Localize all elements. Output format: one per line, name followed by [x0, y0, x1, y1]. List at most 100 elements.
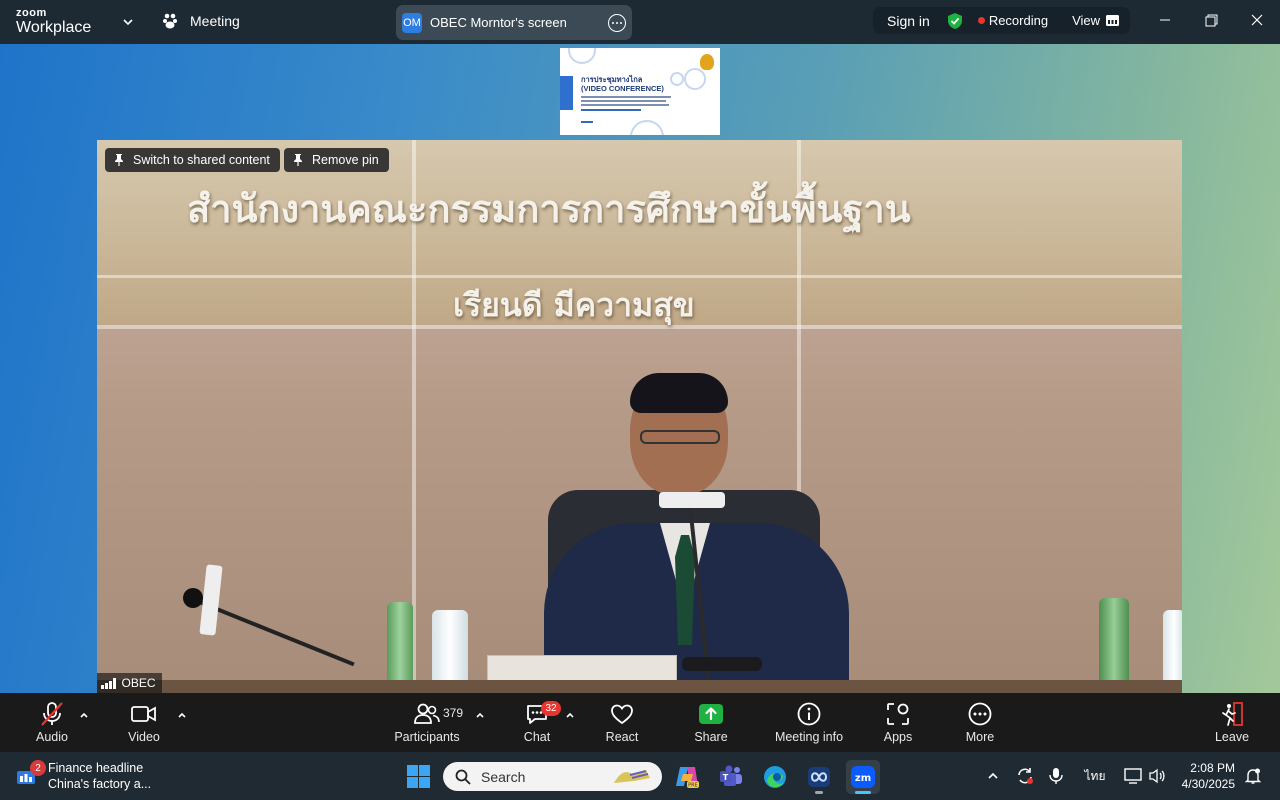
participants-icon — [414, 703, 440, 724]
language-indicator[interactable]: ไทย — [1080, 752, 1110, 800]
close-button[interactable] — [1234, 0, 1280, 40]
video-camera-icon — [131, 706, 156, 722]
shared-screen-pill[interactable]: OM OBEC Morntor's screen — [396, 5, 632, 40]
network-button[interactable] — [1122, 752, 1144, 800]
shared-content-thumbnail[interactable]: การประชุมทางไกล (VIDEO CONFERENCE) — [560, 48, 720, 135]
taskbar-search-box[interactable]: Search — [443, 762, 662, 791]
copilot-icon: PRE — [676, 767, 699, 789]
windows-start-button[interactable] — [407, 765, 430, 788]
brand-bottom: Workplace — [16, 19, 92, 36]
video-label: Video — [128, 730, 160, 744]
search-icon — [455, 769, 471, 785]
wall-sign-title: สำนักงานคณะกรรมการการศึกษาขั้นพื้นฐาน — [187, 187, 911, 231]
switch-label: Switch to shared content — [133, 153, 270, 167]
sign-in-link[interactable]: Sign in — [887, 13, 930, 29]
apps-button[interactable]: Apps — [876, 693, 920, 752]
running-indicator — [815, 791, 823, 794]
title-bar: zoom Workplace Meeting OM OBEC Morntor's… — [0, 0, 1280, 44]
signal-strength-icon — [101, 677, 116, 689]
edge-app[interactable] — [758, 760, 792, 794]
news-widget[interactable]: 2 Finance headline China's factory a... — [16, 760, 151, 792]
pin-icon — [294, 154, 302, 166]
more-options-icon[interactable] — [608, 14, 626, 32]
share-title: OBEC Morntor's screen — [430, 15, 567, 30]
microphone-muted-icon — [41, 702, 63, 726]
network-display-icon — [1124, 768, 1142, 784]
app-taskbar-item[interactable] — [802, 760, 836, 794]
svg-text:zm: zm — [855, 773, 871, 784]
teams-app[interactable]: T — [714, 760, 748, 794]
chat-chevron-up-icon[interactable] — [564, 709, 576, 721]
zoom-workplace-logo: zoom Workplace — [16, 8, 91, 36]
more-button[interactable]: More — [958, 693, 1002, 752]
news-subtitle: China's factory a... — [48, 777, 152, 791]
leave-button[interactable]: Leave — [1210, 693, 1254, 752]
taskbar-clock[interactable]: 2:08 PM 4/30/2025 — [1182, 760, 1235, 792]
more-dots-icon — [968, 702, 992, 726]
show-hidden-icons-button[interactable] — [982, 752, 1004, 800]
react-button[interactable]: React — [600, 693, 644, 752]
participant-name: OBEC — [121, 676, 156, 690]
windows-taskbar: 2 Finance headline China's factory a... … — [0, 752, 1280, 800]
heart-icon — [611, 704, 633, 725]
share-avatar: OM — [402, 12, 422, 33]
participants-chevron-up-icon[interactable] — [474, 709, 486, 721]
share-button[interactable]: Share — [689, 693, 733, 752]
remove-pin-button[interactable]: Remove pin — [284, 148, 389, 172]
view-label: View — [1072, 13, 1101, 28]
close-icon — [1251, 14, 1263, 26]
participants-button[interactable]: Participants — [393, 693, 461, 752]
pin-icon — [115, 154, 123, 166]
video-options-chevron-up-icon[interactable] — [176, 709, 188, 721]
participants-count: 379 — [443, 706, 464, 720]
news-icon: 2 — [16, 760, 46, 786]
share-label: Share — [694, 730, 728, 744]
encryption-shield-icon[interactable] — [946, 12, 964, 30]
status-pill: Sign in Recording View — [873, 7, 1130, 34]
infinity-app-icon — [808, 767, 830, 787]
obec-logo-icon — [700, 54, 714, 70]
sync-icon — [1018, 768, 1033, 784]
switch-to-shared-content-button[interactable]: Switch to shared content — [105, 148, 280, 172]
audio-button[interactable]: Audio — [30, 693, 74, 752]
notification-bell-icon — [1245, 768, 1261, 784]
more-label: More — [965, 730, 995, 744]
chat-unread-badge: 32 — [541, 701, 561, 716]
teams-icon: T — [720, 765, 742, 786]
recording-dot-icon — [977, 17, 985, 24]
grid-view-icon — [1106, 15, 1120, 26]
zoom-app[interactable]: zm — [846, 760, 880, 794]
audio-options-chevron-up-icon[interactable] — [78, 709, 90, 721]
notifications-button[interactable] — [1242, 752, 1264, 800]
search-highlight-art-icon — [614, 770, 650, 783]
view-button[interactable]: View — [1072, 13, 1120, 28]
leave-exit-icon — [1222, 702, 1243, 726]
microphone-icon — [1049, 768, 1063, 784]
meeting-info-button[interactable]: Meeting info — [772, 693, 846, 752]
zoom-icon: zm — [851, 766, 875, 788]
remove-pin-label: Remove pin — [312, 153, 379, 167]
participants-paw-icon — [163, 13, 177, 29]
news-title: Finance headline — [48, 761, 144, 775]
brand-top: zoom — [16, 7, 47, 19]
participant-name-tag: OBEC — [97, 673, 162, 693]
wall-sign-motto: เรียนดี มีความสุข — [453, 286, 695, 324]
video-button[interactable]: Video — [122, 693, 166, 752]
restore-icon — [1205, 14, 1217, 26]
meeting-stage: การประชุมทางไกล (VIDEO CONFERENCE) สำนัก… — [0, 44, 1280, 693]
chevron-down-icon[interactable] — [120, 14, 136, 30]
clock-time: 2:08 PM — [1190, 761, 1235, 775]
microphone-in-use-button[interactable] — [1045, 752, 1067, 800]
apps-label: Apps — [883, 730, 913, 744]
restore-button[interactable] — [1188, 0, 1234, 40]
info-icon — [797, 702, 821, 726]
meeting-tab[interactable]: Meeting — [162, 12, 240, 30]
volume-button[interactable] — [1146, 752, 1168, 800]
speaker-video[interactable]: สำนักงานคณะกรรมการการศึกษาขั้นพื้นฐาน เร… — [97, 140, 1182, 693]
recording-indicator[interactable]: Recording — [977, 13, 1048, 28]
speaker-icon — [1149, 768, 1165, 784]
sync-status-button[interactable] — [1013, 752, 1037, 800]
copilot-app[interactable]: PRE — [670, 760, 704, 794]
minimize-button[interactable] — [1142, 0, 1188, 40]
window-controls — [1142, 0, 1280, 40]
